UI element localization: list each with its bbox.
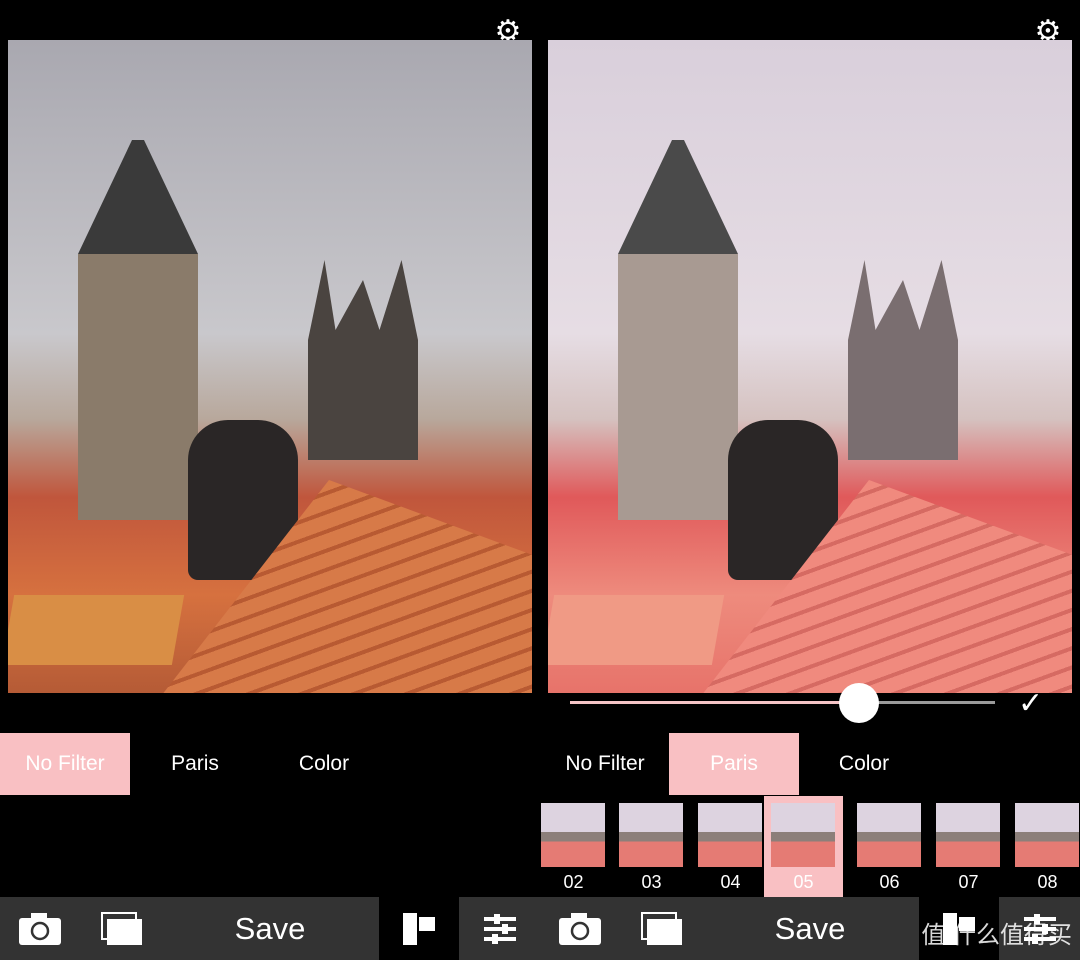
filter-preview-image (698, 803, 762, 867)
filter-label: 08 (1037, 872, 1058, 892)
filter-label: 02 (563, 872, 584, 892)
filter-label: 06 (879, 872, 900, 892)
tab-color[interactable]: Color (799, 733, 929, 795)
filter-thumbnail[interactable]: 07 (929, 796, 1008, 897)
filter-label: 03 (641, 872, 662, 892)
gallery-icon[interactable] (92, 897, 152, 960)
bottom-toolbar: Save (0, 897, 540, 960)
filter-preview-image (619, 803, 683, 867)
film-filter-icon[interactable] (379, 897, 459, 960)
tab-paris[interactable]: Paris (130, 733, 260, 795)
filter-preview-image (857, 803, 921, 867)
filter-preview-image (936, 803, 1000, 867)
adjust-sliders-icon[interactable] (460, 897, 540, 960)
filter-preview-image (541, 803, 605, 867)
right-panel: ⚙ ✓ No Filter Paris Color 02 03 04 05 06 07 08… (540, 0, 1080, 960)
filter-thumbnail[interactable]: 06 (850, 796, 929, 897)
intensity-slider[interactable] (570, 701, 995, 704)
watermark: 值 什么值得买 (921, 922, 1072, 949)
filter-label: 05 (793, 872, 814, 892)
filter-label: 07 (958, 872, 979, 892)
tab-no-filter[interactable]: No Filter (540, 733, 670, 795)
filter-thumbnail[interactable]: 05 (764, 796, 843, 897)
gallery-icon[interactable] (632, 897, 692, 960)
filter-category-tabs: No Filter Paris Color (0, 733, 540, 795)
tab-color[interactable]: Color (259, 733, 389, 795)
camera-icon[interactable] (550, 897, 610, 960)
camera-icon[interactable] (10, 897, 70, 960)
tab-no-filter[interactable]: No Filter (0, 733, 130, 795)
intensity-slider-knob[interactable] (839, 683, 879, 723)
filter-preview-image (1015, 803, 1079, 867)
save-button[interactable]: Save (710, 897, 910, 960)
photo-original (8, 40, 532, 693)
filter-thumbnail[interactable]: 03 (612, 796, 691, 897)
confirm-check-icon[interactable]: ✓ (1018, 686, 1043, 721)
filter-thumbnail[interactable]: 04 (691, 796, 770, 897)
save-button[interactable]: Save (170, 897, 370, 960)
tab-paris[interactable]: Paris (669, 733, 799, 795)
left-panel: ⚙ No Filter Paris Color Save (0, 0, 540, 960)
filter-thumbnail[interactable]: 02 (534, 796, 613, 897)
filter-category-tabs: No Filter Paris Color (540, 733, 1080, 795)
filter-thumbnail[interactable]: 08 (1008, 796, 1080, 897)
photo-filtered (548, 40, 1072, 693)
filter-preview-image (771, 803, 835, 867)
filter-label: 04 (720, 872, 741, 892)
filter-thumbnails: 02 03 04 05 06 07 08 (540, 796, 1080, 897)
